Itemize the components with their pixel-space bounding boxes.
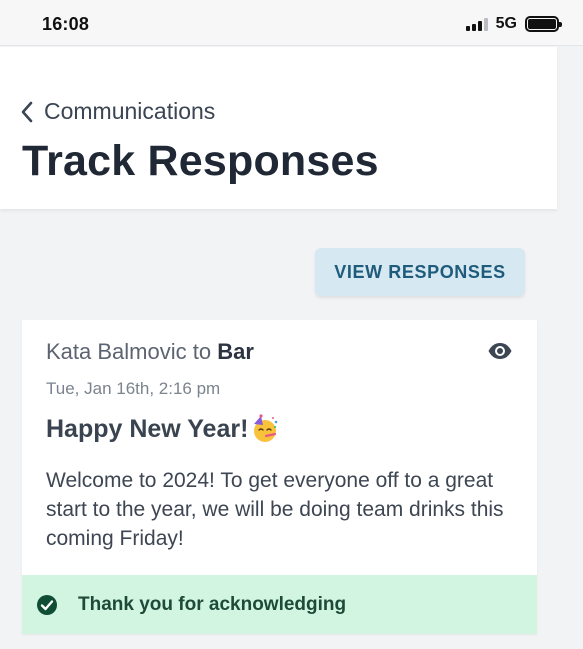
status-indicators: 5G [465,15,562,33]
check-circle-icon [37,594,57,615]
status-time: 16:08 [42,14,90,34]
message-date: Tue, Jan 16th, 2:16 pm [46,379,221,398]
back-button[interactable]: Communications [20,98,215,125]
message-body: Welcome to 2024! To get everyone off to … [46,469,504,550]
message-sender-line: Kata Balmovic to Bar [46,339,254,365]
message-title: Happy New Year! [46,414,280,444]
sender-connector: to [192,339,212,364]
acknowledgement-text: Thank you for acknowledging [78,593,347,615]
status-bar: 16:08 5G [0,0,583,46]
acknowledgement-banner: Thank you for acknowledging [22,575,537,634]
message-card: Kata Balmovic to Bar Tue, Jan 16th, 2:16… [22,320,537,634]
sender-name: Kata Balmovic [46,339,187,364]
page-header: Communications Track Responses [0,47,557,209]
page-title: Track Responses [22,137,379,185]
network-type: 5G [495,15,517,32]
signal-strength-icon [465,17,488,31]
partying-face-emoji-icon [254,414,278,442]
chevron-left-icon [21,101,33,122]
battery-icon [525,16,562,32]
message-title-text: Happy New Year! [46,414,249,443]
recipient-name: Bar [217,339,254,364]
back-label: Communications [44,98,216,124]
view-responses-button[interactable]: VIEW RESPONSES [315,248,525,296]
eye-icon[interactable] [487,342,513,360]
